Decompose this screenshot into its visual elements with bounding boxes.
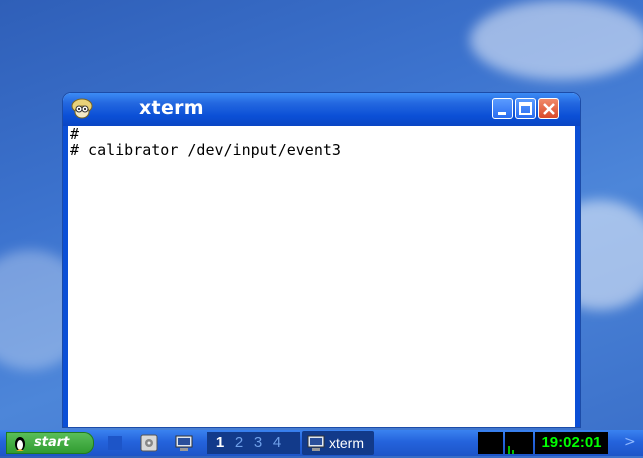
- clock[interactable]: 19:02:01: [535, 432, 608, 454]
- close-icon: [543, 103, 555, 115]
- window-titlebar[interactable]: xterm: [63, 93, 580, 126]
- terminal-area[interactable]: # # calibrator /dev/input/event3: [68, 126, 575, 427]
- task-xterm[interactable]: xterm: [302, 431, 374, 455]
- window-border-right: [575, 126, 580, 427]
- penguin-icon: [15, 437, 25, 451]
- start-button[interactable]: start: [6, 432, 94, 454]
- face-icon[interactable]: [71, 98, 93, 120]
- maximize-icon: [519, 102, 532, 115]
- settings-icon[interactable]: [140, 434, 158, 452]
- more-arrow[interactable]: >: [624, 434, 636, 450]
- terminal-line: # calibrator /dev/input/event3: [70, 141, 341, 159]
- start-label: start: [34, 435, 70, 450]
- workspace-4[interactable]: 4: [269, 432, 285, 454]
- tray-indicator: [478, 432, 503, 454]
- minimize-icon: [498, 112, 506, 115]
- task-label: xterm: [329, 435, 364, 451]
- xterm-window[interactable]: xterm # # calibrator /dev/input/event3: [63, 93, 580, 427]
- workspace-3[interactable]: 3: [250, 432, 266, 454]
- cpu-graph-icon: [508, 446, 514, 454]
- window-icon: [307, 435, 325, 451]
- window-title: xterm: [139, 97, 204, 119]
- terminal-line: #: [70, 125, 80, 143]
- show-desktop-button[interactable]: [108, 436, 122, 450]
- minimize-button[interactable]: [492, 98, 513, 119]
- close-button[interactable]: [538, 98, 559, 119]
- cloud: [470, 0, 643, 80]
- workspace-2[interactable]: 2: [231, 432, 247, 454]
- cpu-monitor[interactable]: [505, 432, 533, 454]
- terminal-launcher-icon[interactable]: [175, 434, 193, 452]
- taskbar: start 1 2 3 4 xterm 19:02:01 >: [0, 430, 643, 456]
- workspace-1[interactable]: 1: [212, 432, 228, 454]
- maximize-button[interactable]: [515, 98, 536, 119]
